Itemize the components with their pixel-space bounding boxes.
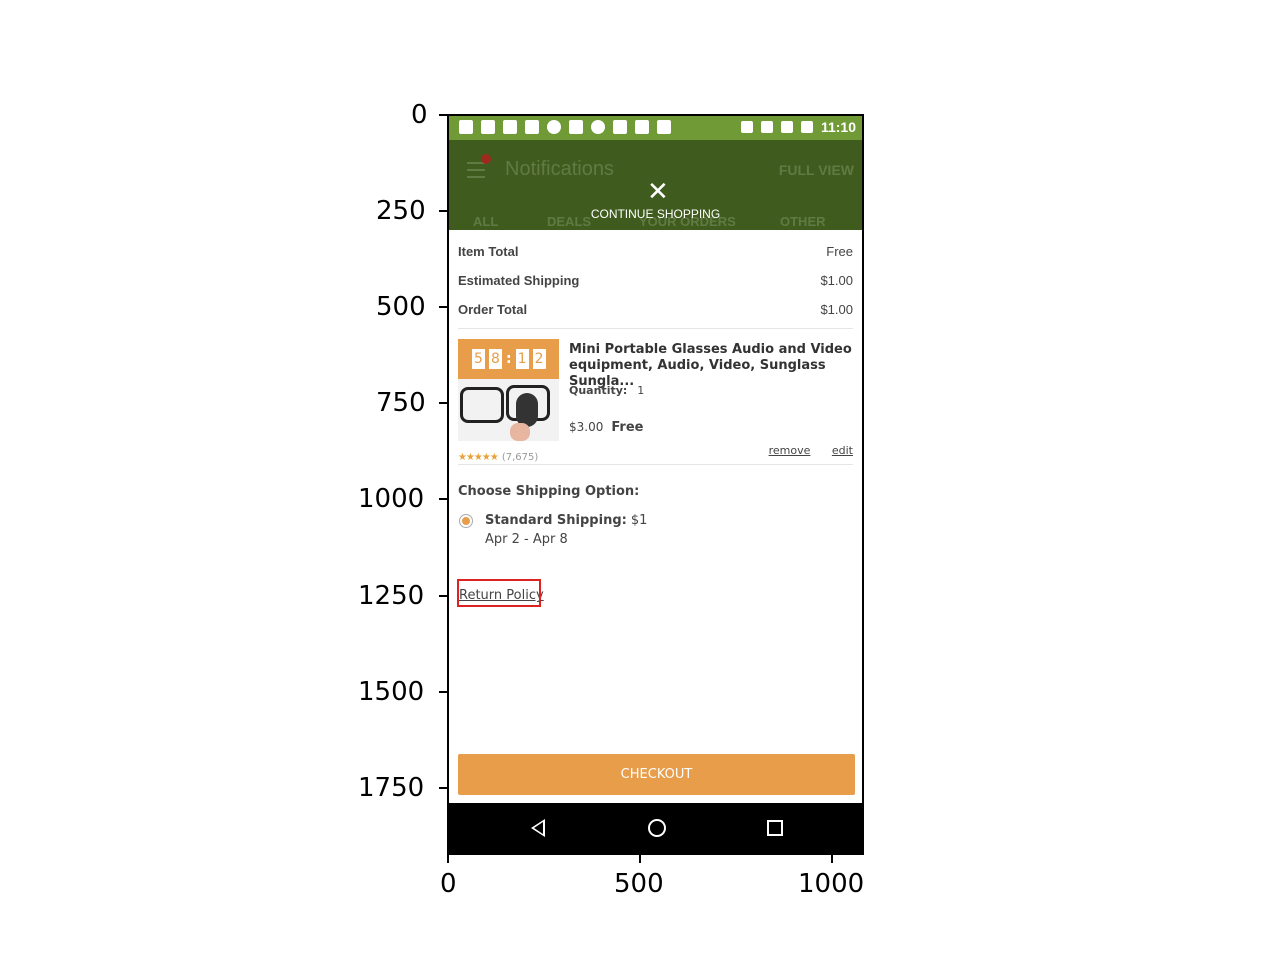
quantity: Quantity: 1: [569, 384, 644, 397]
y-tick-label: 250: [376, 196, 426, 226]
shipping-option-label: Standard Shipping:: [485, 513, 627, 528]
notification-icon: [547, 120, 561, 134]
checkout-button[interactable]: CHECKOUT: [458, 754, 855, 795]
y-tick-label: 1500: [358, 677, 425, 707]
notification-icon: [613, 120, 627, 134]
y-tick-mark: [439, 210, 447, 212]
shipping-value: $1.00: [820, 273, 853, 288]
timer-digit: 2: [532, 349, 546, 369]
y-tick-mark: [439, 306, 447, 308]
status-time: 11:10: [820, 119, 856, 135]
timer-digit: 8: [489, 349, 502, 369]
x-tick-label: 1000: [798, 869, 865, 899]
notification-icon: [459, 120, 473, 134]
bluetooth-icon: [740, 121, 753, 133]
y-tick-label: 1000: [358, 484, 425, 514]
y-tick-label: 750: [376, 388, 426, 418]
shipping-option-price: $1: [630, 513, 648, 528]
quantity-label: Quantity:: [569, 384, 628, 397]
highlight-box: [457, 579, 541, 607]
x-tick-label: 0: [440, 869, 457, 899]
rating-count: (7,675): [501, 452, 539, 463]
edit-link[interactable]: edit: [832, 444, 853, 457]
continue-shopping-button[interactable]: CONTINUE SHOPPING: [449, 207, 862, 221]
full-view-button[interactable]: FULL VIEW: [779, 162, 854, 178]
product-image[interactable]: [458, 379, 559, 441]
timer-digit: 5: [472, 349, 485, 369]
notification-icon: [591, 120, 605, 134]
y-tick-mark: [439, 595, 447, 597]
status-bar: 11:10: [449, 116, 862, 140]
x-tick-mark: [639, 855, 641, 863]
shipping-heading: Choose Shipping Option:: [458, 484, 640, 499]
earpiece: [516, 393, 538, 427]
shipping-option[interactable]: Standard Shipping: $1: [485, 513, 647, 528]
item-total-value: Free: [826, 244, 853, 259]
price-free: Free: [611, 420, 644, 435]
y-tick-mark: [439, 498, 447, 500]
battery-icon: [800, 121, 813, 133]
y-tick-mark: [439, 691, 447, 693]
system-icons: 11:10: [740, 119, 856, 135]
shipping-radio[interactable]: [459, 514, 473, 528]
page-title: Notifications: [505, 158, 614, 180]
notification-icon: [569, 120, 583, 134]
wifi-icon: [760, 121, 773, 133]
notification-dot: [481, 154, 491, 164]
item-actions: remove edit: [751, 444, 853, 457]
home-icon[interactable]: [648, 819, 666, 837]
timer-colon: :: [506, 351, 512, 367]
x-tick-mark: [831, 855, 833, 863]
deal-countdown: 5 8 : 1 2: [458, 339, 559, 379]
timer-digit: 1: [515, 349, 529, 369]
back-icon[interactable]: [531, 819, 545, 837]
glasses-lens: [460, 387, 504, 423]
star-rating: ★★★★★: [458, 452, 499, 463]
signal-icon: [780, 121, 793, 133]
y-tick-label: 500: [376, 292, 426, 322]
y-tick-label: 1750: [358, 773, 425, 803]
product-rating: ★★★★★ (7,675): [458, 452, 538, 463]
remove-link[interactable]: remove: [769, 444, 811, 457]
price-value: $3.00: [569, 420, 604, 434]
y-tick-label: 0: [411, 100, 428, 130]
android-icon: [657, 120, 671, 134]
notification-icon: [481, 120, 495, 134]
notification-icon: [503, 120, 517, 134]
nav-bar: [449, 803, 862, 853]
finger: [510, 423, 530, 441]
item-total-label: Item Total: [458, 244, 519, 259]
quantity-value[interactable]: 1: [637, 384, 644, 397]
x-tick-label: 500: [614, 869, 664, 899]
x-tick-mark: [447, 855, 449, 863]
phone-screen: 11:10 Notifications FULL VIEW ALL DEALS …: [447, 114, 864, 855]
dimmed-header: Notifications FULL VIEW ALL DEALS YOUR O…: [449, 140, 862, 230]
y-tick-mark: [439, 402, 447, 404]
product-title[interactable]: Mini Portable Glasses Audio and Video eq…: [569, 342, 854, 390]
order-total-label: Order Total: [458, 302, 528, 317]
shipping-label: Estimated Shipping: [458, 273, 580, 288]
divider: [458, 464, 853, 465]
close-icon[interactable]: ✕: [647, 178, 669, 204]
y-tick-mark: [439, 114, 447, 116]
notification-icons: [459, 120, 671, 134]
shield-icon: [525, 120, 539, 134]
menu-icon[interactable]: [467, 162, 485, 178]
product-price: $3.00 Free: [569, 420, 643, 435]
shipping-dates: Apr 2 - Apr 8: [485, 532, 568, 547]
divider: [458, 328, 853, 329]
order-total-value: $1.00: [820, 302, 853, 317]
recent-apps-icon[interactable]: [767, 820, 783, 836]
y-tick-label: 1250: [358, 581, 425, 611]
y-tick-mark: [439, 787, 447, 789]
lock-icon: [635, 120, 649, 134]
